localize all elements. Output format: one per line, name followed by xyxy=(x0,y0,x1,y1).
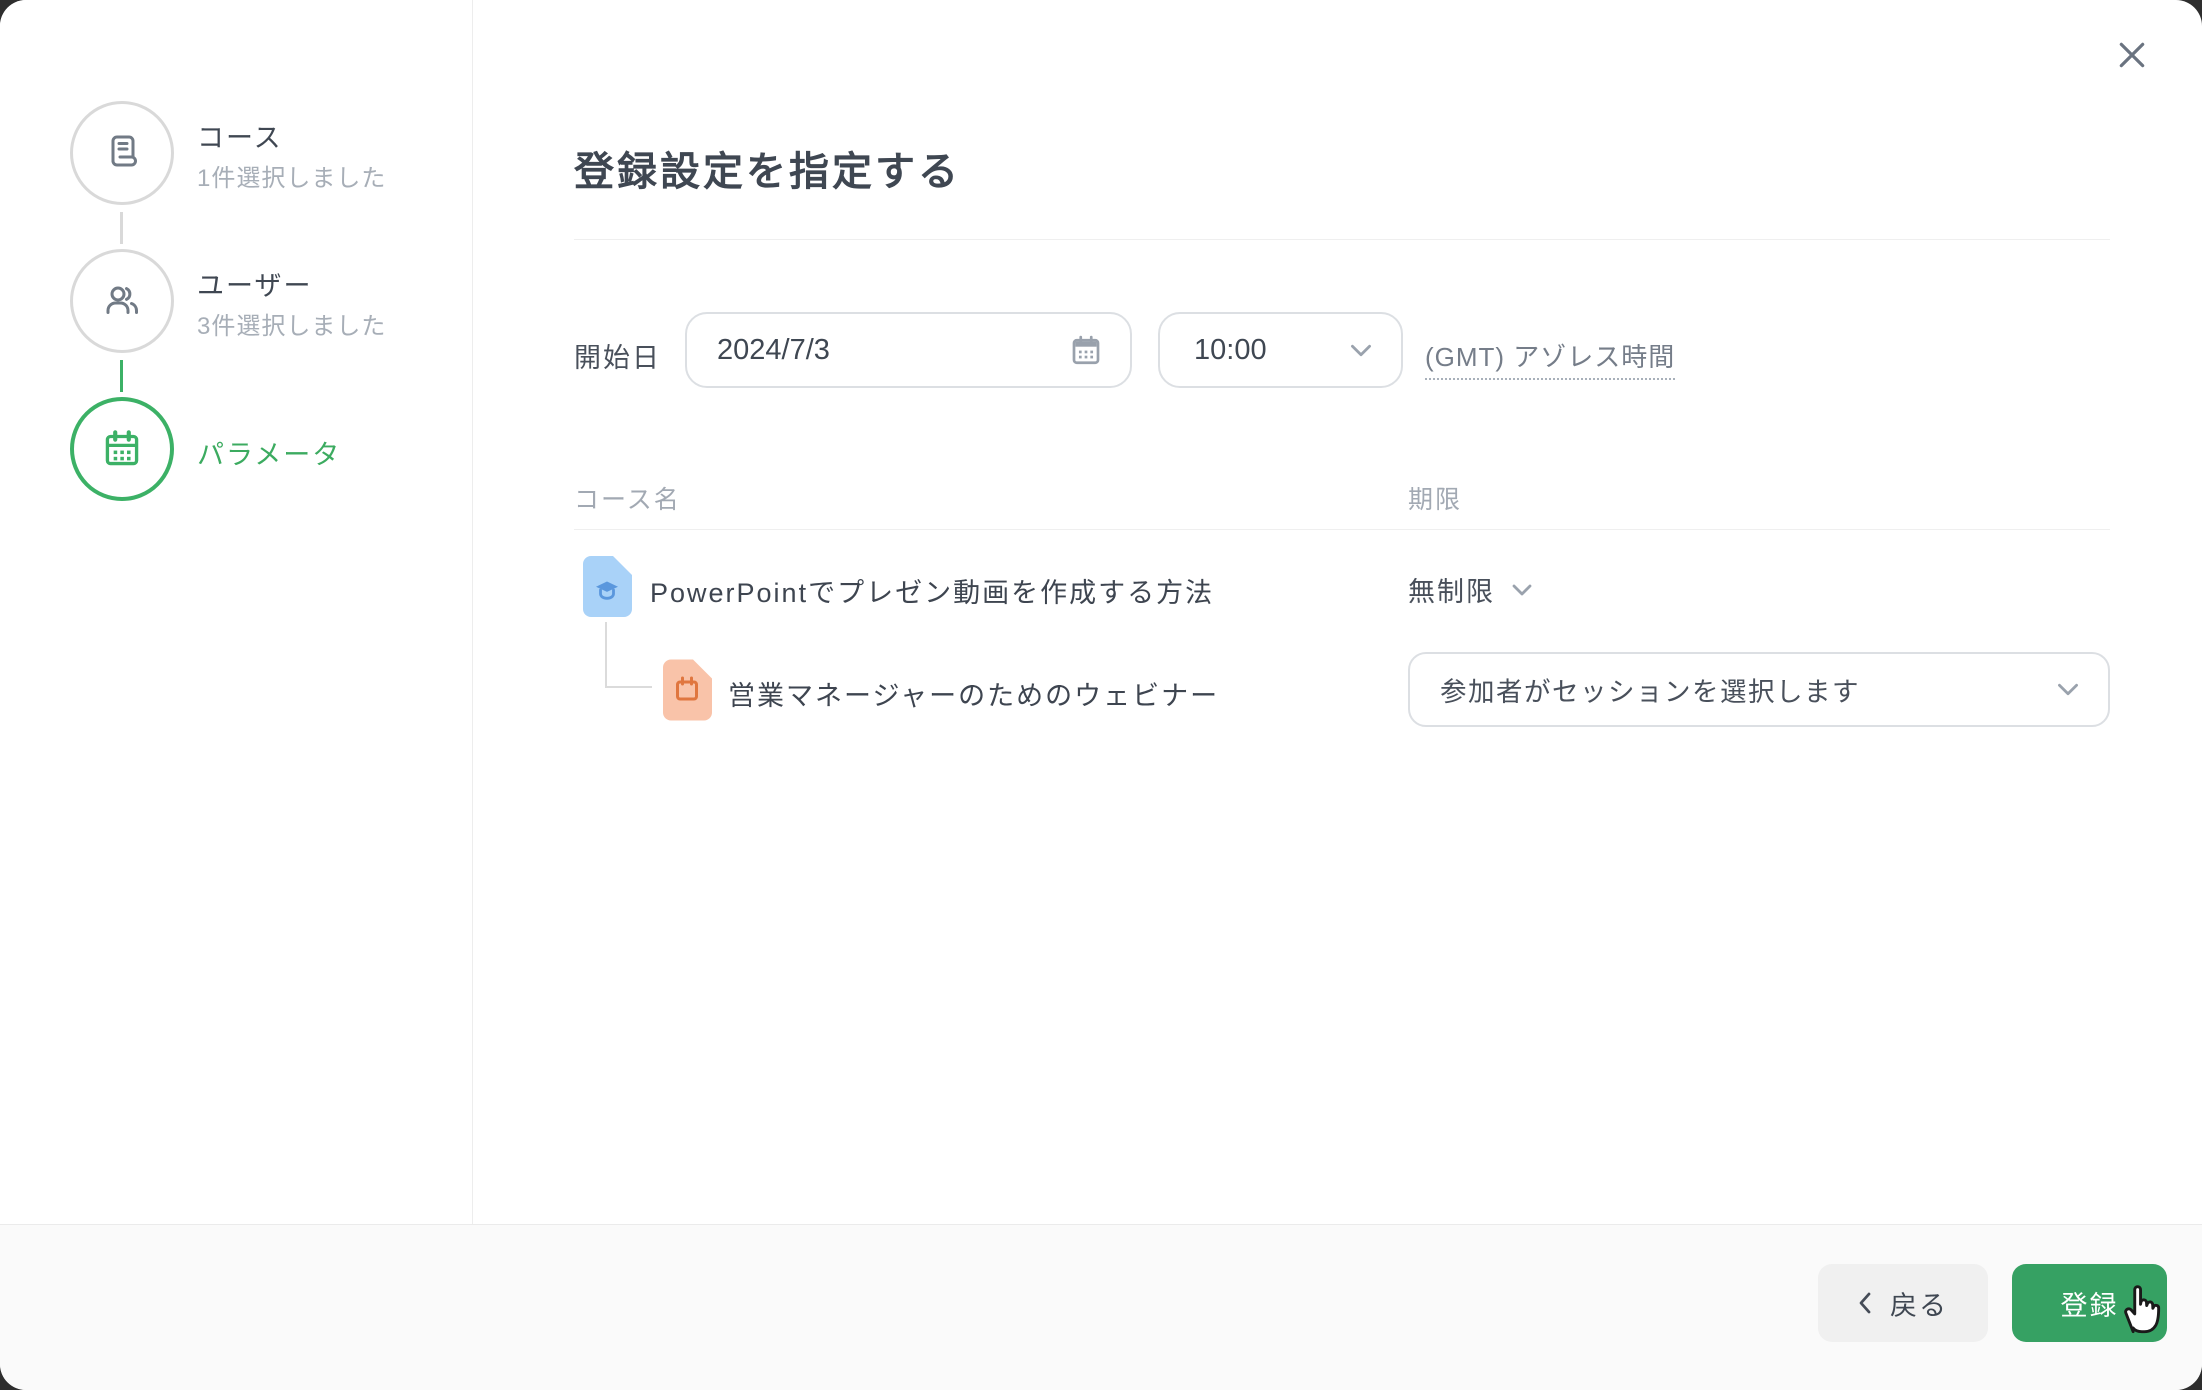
submit-button-label: 登録 xyxy=(2060,1290,2119,1321)
page-title: 登録設定を指定する xyxy=(574,150,961,194)
session-deadline-select[interactable]: 参加者がセッションを選択します xyxy=(1408,652,2110,727)
step-parameters[interactable] xyxy=(70,397,174,501)
session-title: 営業マネージャーのためのウェビナー xyxy=(728,681,1220,711)
chevron-down-icon xyxy=(1351,344,1371,356)
step-parameters-label: パラメータ xyxy=(197,440,342,470)
document-icon xyxy=(111,135,137,167)
submit-button[interactable]: 登録 xyxy=(2012,1264,2167,1342)
back-button[interactable]: 戻る xyxy=(1818,1264,1988,1342)
calendar-icon xyxy=(105,430,139,466)
chevron-down-icon xyxy=(1512,584,1532,595)
step-users[interactable] xyxy=(70,249,174,353)
chevron-down-icon xyxy=(2058,683,2078,696)
stepper-connector xyxy=(120,212,123,244)
back-button-label: 戻る xyxy=(1890,1290,1948,1321)
start-time-value: 10:00 xyxy=(1194,333,1267,366)
start-date-input[interactable]: 2024/7/3 xyxy=(685,312,1132,388)
session-deadline-value: 参加者がセッションを選択します xyxy=(1440,677,1860,707)
close-icon xyxy=(2119,42,2145,68)
divider xyxy=(574,529,2110,530)
step-users-label: ユーザー xyxy=(197,271,313,301)
timezone-link[interactable]: (GMT) アゾレス時間 xyxy=(1425,337,1676,380)
step-courses-status: 1件選択しました xyxy=(197,165,387,192)
start-date-value: 2024/7/3 xyxy=(717,333,830,366)
start-date-label: 開始日 xyxy=(574,343,661,373)
tree-connector-horizontal xyxy=(605,686,652,688)
chevron-left-icon xyxy=(1859,1292,1871,1314)
dialog-footer: 戻る 登録 xyxy=(0,1224,2202,1390)
stepper-connector-active xyxy=(120,360,123,392)
registration-settings-dialog: コース 1件選択しました ユーザー 3件選択しました パラメータ 登録設定を指定… xyxy=(0,0,2202,1390)
divider xyxy=(574,239,2110,240)
calendar-icon[interactable] xyxy=(1068,332,1104,368)
wizard-stepper-sidebar: コース 1件選択しました ユーザー 3件選択しました パラメータ xyxy=(0,0,473,1224)
deadline-dropdown[interactable]: 無制限 xyxy=(1408,570,1533,609)
tree-connector-vertical xyxy=(605,622,607,688)
deadline-header: 期限 xyxy=(1408,486,1463,514)
close-button[interactable] xyxy=(2103,26,2161,84)
users-icon xyxy=(106,286,138,314)
step-users-status: 3件選択しました xyxy=(197,313,387,340)
session-file-icon xyxy=(662,659,712,726)
course-file-icon xyxy=(582,556,632,622)
course-title: PowerPointでプレゼン動画を作成する方法 xyxy=(650,578,1215,608)
step-courses[interactable] xyxy=(70,101,174,205)
deadline-value: 無制限 xyxy=(1408,577,1495,607)
step-courses-label: コース xyxy=(197,123,283,153)
start-time-select[interactable]: 10:00 xyxy=(1158,312,1403,388)
course-name-header: コース名 xyxy=(574,486,681,514)
